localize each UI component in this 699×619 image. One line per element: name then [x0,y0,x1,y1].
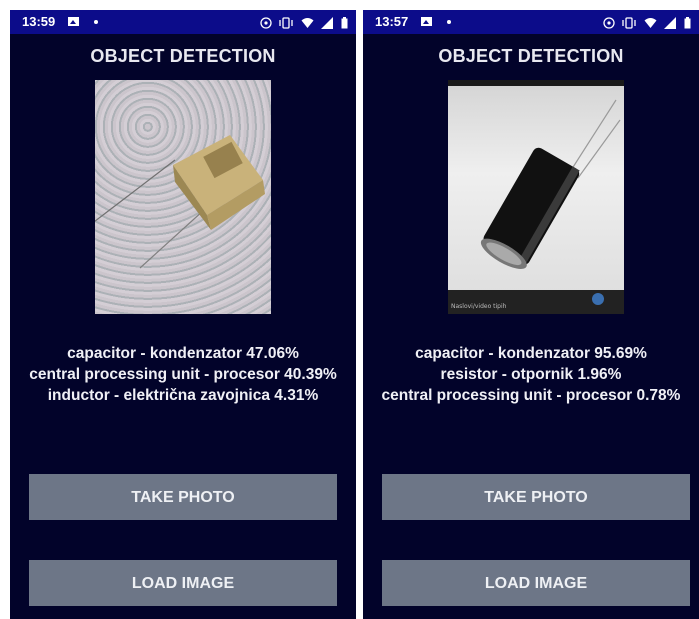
signal-icon [664,16,677,29]
result-line: capacitor - kondenzator 95.69% [415,345,647,362]
status-bar: 13:59 [10,10,356,34]
detected-photo [95,80,271,314]
image-icon [421,17,432,26]
take-photo-button[interactable]: TAKE PHOTO [29,474,337,520]
dot-icon [447,20,451,24]
load-image-button[interactable]: LOAD IMAGE [29,560,337,606]
cast-icon [259,16,272,29]
result-line: inductor - električna zavojnica 4.31% [47,387,319,404]
image-icon [68,17,79,26]
capacitor-photo [95,80,271,314]
vibrate-icon [622,16,636,29]
status-bar: 13:57 [363,10,699,34]
result-line: resistor - otpornik 1.96% [440,366,622,383]
signal-icon [321,16,334,29]
page-title: OBJECT DETECTION [438,46,624,66]
status-icons [256,10,349,34]
cast-icon [602,16,615,29]
load-image-button[interactable]: LOAD IMAGE [382,560,690,606]
battery-icon [341,16,348,29]
status-time: 13:57 [375,14,409,29]
electrolytic-capacitor-photo: Naslovi/video tipih [448,80,624,314]
screenshot-canvas: 13:59 OBJECT DETECTION capacitor - konde… [0,0,699,619]
phone-screen-right: 13:57 OBJECT DETECTION Naslovi/video tip… [363,10,699,619]
battery-icon [684,16,691,29]
take-photo-button[interactable]: TAKE PHOTO [382,474,690,520]
detection-results: capacitor - kondenzator 47.06% central p… [10,343,356,406]
result-line: capacitor - kondenzator 47.06% [67,345,299,362]
wifi-icon [301,17,314,28]
result-line: central processing unit - procesor 0.78% [381,387,681,404]
dot-icon [94,20,98,24]
detected-photo: Naslovi/video tipih [448,80,624,314]
wifi-icon [644,17,657,28]
vibrate-icon [279,16,293,29]
phone-screen-left: 13:59 OBJECT DETECTION capacitor - konde… [10,10,356,619]
result-line: central processing unit - procesor 40.39… [29,366,337,383]
page-title: OBJECT DETECTION [90,46,276,66]
photo-caption: Naslovi/video tipih [451,303,507,310]
status-time: 13:59 [22,14,56,29]
detection-results: capacitor - kondenzator 95.69% resistor … [363,343,699,406]
status-icons [599,10,692,34]
